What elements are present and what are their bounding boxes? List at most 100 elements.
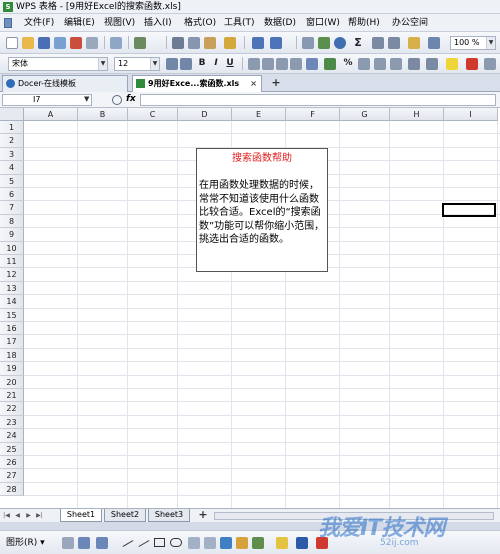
prev-sheet-icon[interactable]: ◀ [13, 511, 22, 521]
select-all-corner[interactable] [0, 108, 24, 121]
filter-icon[interactable] [408, 37, 420, 49]
row-header-1[interactable]: 1 [0, 121, 24, 135]
font-color-icon[interactable] [466, 58, 478, 70]
sheet-tab-sheet2[interactable]: Sheet2 [104, 509, 146, 522]
menu-help[interactable]: 帮助(H) [348, 17, 380, 29]
selected-cell-indicator[interactable] [442, 203, 496, 217]
formula-input[interactable] [140, 94, 496, 106]
print-preview-icon[interactable] [110, 37, 122, 49]
fill-color-icon[interactable] [276, 537, 288, 549]
align-left-icon[interactable] [248, 58, 260, 70]
next-sheet-icon[interactable]: ▶ [24, 511, 33, 521]
rectangle-icon[interactable] [154, 538, 165, 547]
row-header-9[interactable]: 9 [0, 228, 24, 242]
row-header-8[interactable]: 8 [0, 214, 24, 229]
sheet-tab-sheet1[interactable]: Sheet1 [60, 509, 102, 522]
new-document-icon[interactable] [6, 37, 18, 49]
column-header-h[interactable]: H [390, 108, 444, 121]
clipart-icon[interactable] [236, 537, 248, 549]
column-header-c[interactable]: C [128, 108, 178, 121]
menu-office-space[interactable]: 办公空间 [392, 17, 428, 29]
new-tab-button[interactable]: + [266, 76, 286, 90]
row-header-20[interactable]: 20 [0, 375, 24, 389]
italic-button[interactable]: I [210, 57, 222, 70]
export-pdf-icon[interactable] [70, 37, 82, 49]
row-header-18[interactable]: 18 [0, 348, 24, 363]
menu-data[interactable]: 数据(D) [264, 17, 296, 29]
paste-icon[interactable] [204, 37, 216, 49]
row-header-27[interactable]: 27 [0, 469, 24, 483]
vertical-text-box-icon[interactable] [204, 537, 216, 549]
autosum-icon[interactable]: Σ [352, 36, 364, 49]
font-size-select[interactable]: 12 ▼ [114, 57, 160, 71]
close-icon[interactable]: × [250, 76, 257, 91]
decrease-decimal-icon[interactable] [390, 58, 402, 70]
print-icon[interactable] [86, 37, 98, 49]
column-header-g[interactable]: G [340, 108, 390, 121]
menu-view[interactable]: 视图(V) [104, 17, 135, 29]
spell-check-icon[interactable] [134, 37, 146, 49]
menu-file[interactable]: 文件(F) [24, 17, 54, 29]
row-header-6[interactable]: 6 [0, 188, 24, 202]
hyperlink-icon[interactable] [302, 37, 314, 49]
bold-button[interactable]: B [196, 57, 208, 70]
row-header-17[interactable]: 17 [0, 335, 24, 349]
underline-button[interactable]: U [224, 57, 236, 70]
save-icon[interactable] [38, 37, 50, 49]
row-header-15[interactable]: 15 [0, 308, 24, 322]
open-folder-icon[interactable] [22, 37, 34, 49]
more-options-icon[interactable] [484, 58, 496, 70]
menu-format[interactable]: 格式(O) [184, 17, 216, 29]
row-header-5[interactable]: 5 [0, 174, 24, 188]
insert-function-button[interactable]: fx [126, 94, 136, 104]
column-header-a[interactable]: A [24, 108, 78, 121]
column-header-b[interactable]: B [78, 108, 128, 121]
row-header-21[interactable]: 21 [0, 389, 24, 403]
rotate-icon[interactable] [78, 537, 90, 549]
web-icon[interactable] [334, 37, 346, 49]
chevron-down-icon[interactable]: ▼ [486, 37, 495, 49]
font-name-select[interactable]: 宋体 ▼ [8, 57, 108, 71]
cut-icon[interactable] [172, 37, 184, 49]
row-header-25[interactable]: 25 [0, 442, 24, 456]
row-header-2[interactable]: 2 [0, 134, 24, 148]
first-sheet-icon[interactable]: |◀ [2, 511, 11, 521]
row-header-4[interactable]: 4 [0, 161, 24, 175]
row-header-22[interactable]: 22 [0, 402, 24, 416]
menu-window[interactable]: 窗口(W) [306, 17, 340, 29]
line-color-icon[interactable] [296, 537, 308, 549]
row-header-11[interactable]: 11 [0, 255, 24, 269]
chart-icon[interactable] [318, 37, 330, 49]
search-function-icon[interactable] [112, 95, 122, 105]
row-header-10[interactable]: 10 [0, 241, 24, 255]
copy-icon[interactable] [188, 37, 200, 49]
row-header-26[interactable]: 26 [0, 456, 24, 470]
justify-icon[interactable] [290, 58, 302, 70]
format-painter-icon[interactable] [224, 37, 236, 49]
menu-insert[interactable]: 插入(I) [144, 17, 172, 29]
document-icon[interactable] [4, 18, 12, 28]
chevron-down-icon[interactable]: ▼ [84, 95, 89, 103]
row-header-23[interactable]: 23 [0, 415, 24, 430]
align-center-icon[interactable] [262, 58, 274, 70]
row-header-14[interactable]: 14 [0, 295, 24, 309]
column-header-i[interactable]: I [444, 108, 498, 121]
chevron-down-icon[interactable]: ▼ [98, 58, 107, 70]
row-header-12[interactable]: 12 [0, 268, 24, 282]
thousands-icon[interactable] [358, 58, 370, 70]
line-icon[interactable] [122, 540, 134, 547]
merge-center-icon[interactable] [306, 58, 318, 70]
align-right-icon[interactable] [276, 58, 288, 70]
redo-icon[interactable] [270, 37, 282, 49]
sort-ascending-icon[interactable] [372, 37, 384, 49]
oval-icon[interactable] [170, 538, 182, 547]
chevron-down-icon[interactable]: ▼ [150, 58, 159, 70]
wordart-icon[interactable] [220, 537, 232, 549]
fill-color-icon[interactable] [446, 58, 458, 70]
row-header-28[interactable]: 28 [0, 482, 24, 497]
percent-button[interactable]: % [342, 57, 354, 70]
column-header-e[interactable]: E [232, 108, 286, 121]
decrease-font-icon[interactable] [180, 58, 192, 70]
last-sheet-icon[interactable]: ▶| [35, 511, 44, 521]
tab-current-workbook[interactable]: 9用好Exce...索函数.xls × [132, 75, 262, 92]
